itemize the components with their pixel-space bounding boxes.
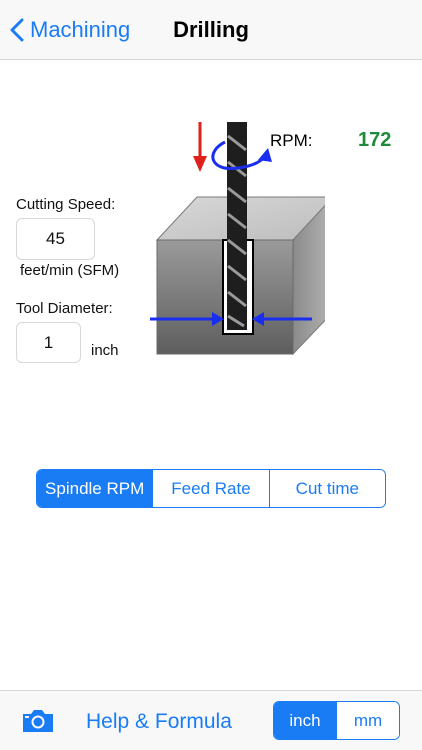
camera-button[interactable] <box>20 707 56 740</box>
navigation-bar: Machining Drilling <box>0 0 422 60</box>
mode-segmented-control: Spindle RPM Feed Rate Cut time <box>36 469 386 508</box>
feed-arrowhead <box>193 156 207 172</box>
rpm-label: RPM: <box>270 131 313 150</box>
tool-diameter-input[interactable]: 1 <box>16 322 81 363</box>
unit-segmented-control: inch mm <box>273 701 400 740</box>
page-title-text: Drilling <box>173 17 249 42</box>
bottom-toolbar: Help & Formula inch mm <box>0 690 422 750</box>
tab-cut-time[interactable]: Cut time <box>268 470 385 507</box>
tab-feed-rate[interactable]: Feed Rate <box>152 470 269 507</box>
tab-spindle-rpm[interactable]: Spindle RPM <box>37 470 153 507</box>
cutting-speed-value: 45 <box>46 229 65 248</box>
camera-icon <box>23 710 53 732</box>
page-title: Drilling <box>0 17 422 43</box>
tool-diameter-label: Tool Diameter: <box>16 300 113 317</box>
rpm-value: 172 <box>358 129 392 151</box>
unit-mm-button[interactable]: mm <box>336 702 399 739</box>
tool-diameter-value: 1 <box>43 332 54 352</box>
cutting-speed-unit: feet/min (SFM) <box>20 262 120 279</box>
help-formula-button[interactable]: Help & Formula <box>86 710 232 734</box>
cutting-speed-input[interactable]: 45 <box>16 218 95 260</box>
cutting-speed-label: Cutting Speed: <box>16 196 116 213</box>
unit-inch-button[interactable]: inch <box>274 702 336 739</box>
tool-diameter-unit: inch <box>91 342 119 359</box>
